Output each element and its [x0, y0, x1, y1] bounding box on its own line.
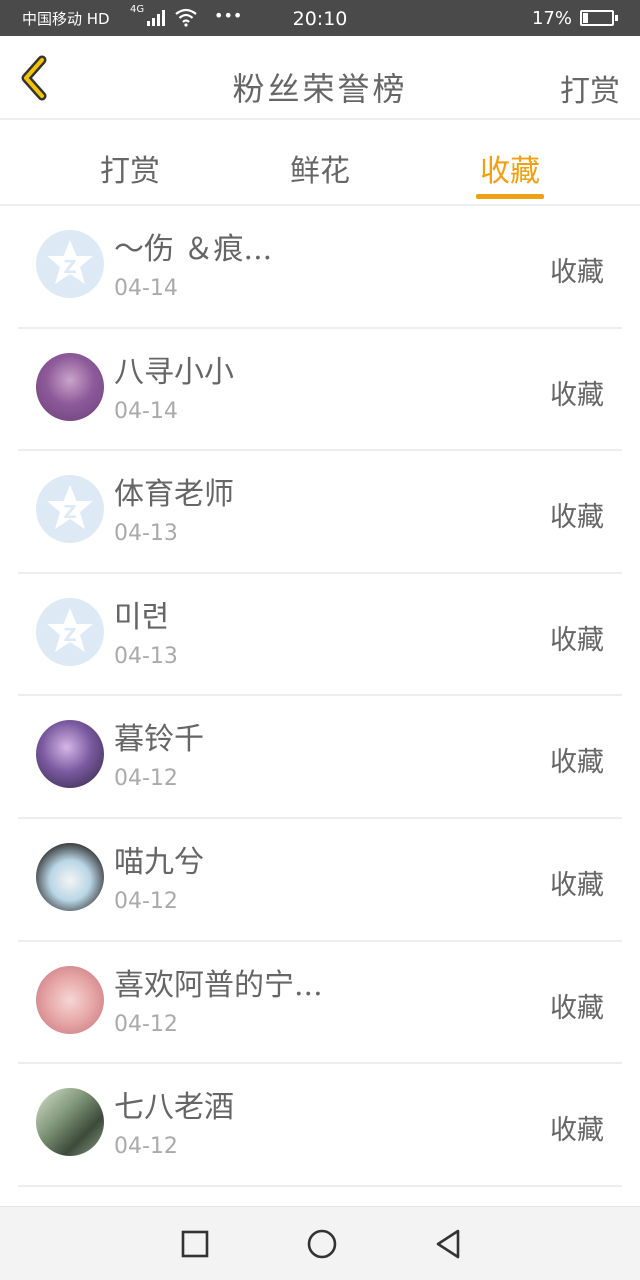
user-avatar [36, 720, 104, 789]
svg-text:Z: Z [63, 502, 76, 523]
list-item[interactable]: 暮铃千 04-12 收藏 [18, 696, 622, 819]
list-item[interactable]: 七八老酒 04-12 收藏 [18, 1064, 622, 1187]
battery-icon [580, 10, 618, 26]
user-avatar [36, 842, 104, 911]
default-avatar-icon: Z [36, 475, 104, 544]
list-item[interactable]: Z ～伤 ＆痕... 04-14 收藏 [18, 206, 622, 329]
user-name: 喜欢阿普的宁... [114, 967, 323, 1003]
date-label: 04-12 [114, 1134, 178, 1160]
user-name: 暮铃千 [114, 722, 204, 758]
tab-reward[interactable]: 打赏 [70, 146, 190, 190]
user-avatar [36, 1088, 104, 1157]
tab-bar: 打赏 鲜花 收藏 [0, 122, 640, 206]
list-item[interactable]: 喵九兮 04-12 收藏 [18, 819, 622, 942]
action-label: 收藏 [550, 624, 604, 656]
action-label: 收藏 [550, 257, 604, 288]
svg-text:Z: Z [63, 257, 76, 278]
date-label: 04-14 [114, 398, 178, 424]
user-avatar [36, 965, 104, 1034]
date-label: 04-12 [114, 888, 178, 914]
recent-apps-icon[interactable] [178, 1227, 212, 1261]
action-label: 收藏 [550, 747, 604, 779]
list-item[interactable]: 喜欢阿普的宁... 04-12 收藏 [18, 942, 622, 1065]
action-label: 收藏 [550, 502, 604, 534]
svg-text:Z: Z [63, 625, 76, 646]
app-header: 粉丝荣誉榜 打赏 [0, 36, 640, 120]
tab-flowers[interactable]: 鲜花 [260, 146, 380, 190]
page-title: 粉丝荣誉榜 [232, 70, 408, 108]
list-item[interactable]: Z 体育老师 04-13 收藏 [18, 451, 622, 574]
status-bar: 中国移动 HD 4G ••• 20:10 17% [0, 0, 640, 36]
back-triangle-icon[interactable] [432, 1227, 466, 1261]
date-label: 04-13 [114, 521, 178, 547]
user-name: 体育老师 [114, 477, 234, 513]
fan-list: Z ～伤 ＆痕... 04-14 收藏 八寻小小 04-14 收藏 Z 体育老师… [0, 206, 640, 1187]
user-name: 미련 [114, 599, 170, 635]
date-label: 04-12 [114, 766, 178, 792]
action-label: 收藏 [550, 869, 604, 901]
system-nav-bar [0, 1206, 640, 1280]
action-label: 收藏 [550, 992, 604, 1024]
reward-button[interactable]: 打赏 [560, 66, 620, 110]
home-icon[interactable] [305, 1227, 339, 1261]
list-item[interactable]: 八寻小小 04-14 收藏 [18, 329, 622, 452]
user-name: ～伤 ＆痕... [114, 232, 273, 267]
date-label: 04-13 [114, 643, 178, 669]
user-avatar [36, 352, 104, 421]
active-tab-indicator [476, 194, 544, 199]
user-name: 喵九兮 [114, 844, 204, 880]
list-item[interactable]: Z 미련 04-13 收藏 [18, 574, 622, 697]
action-label: 收藏 [550, 1115, 604, 1147]
user-name: 八寻小小 [114, 354, 234, 390]
action-label: 收藏 [550, 379, 604, 411]
default-avatar-icon: Z [36, 597, 104, 666]
default-avatar-icon: Z [36, 230, 104, 298]
date-label: 04-14 [114, 276, 178, 301]
user-name: 七八老酒 [114, 1090, 234, 1126]
date-label: 04-12 [114, 1011, 178, 1037]
tab-favorites[interactable]: 收藏 [450, 146, 570, 190]
battery-percent: 17% [531, 8, 572, 29]
